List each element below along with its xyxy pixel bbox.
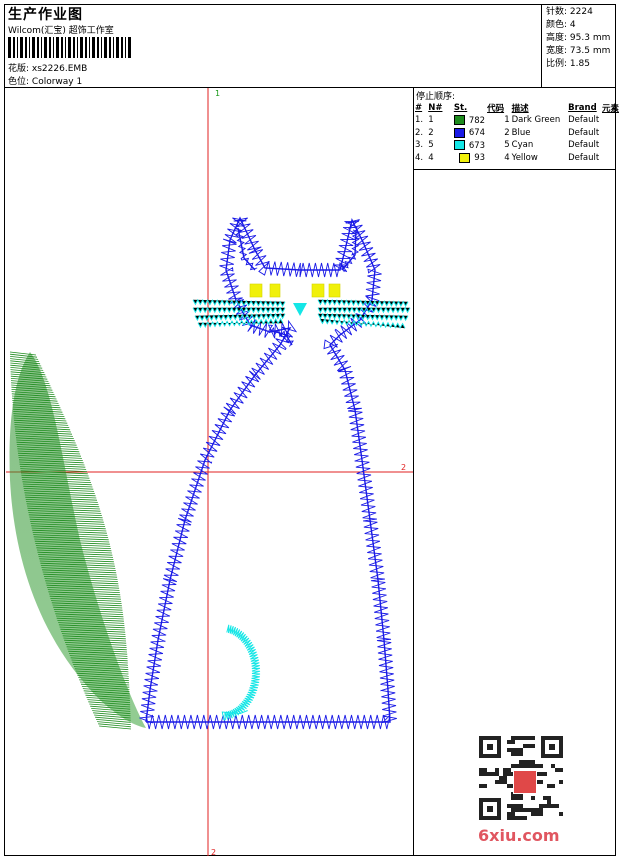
inner-tail-curl <box>221 624 261 721</box>
center-guides <box>6 88 413 856</box>
top-guide-mark: 1 <box>215 89 220 98</box>
design-canvas: 1 2 2 <box>6 88 413 857</box>
watermark-text: 6xiu.com <box>478 826 560 845</box>
tail-fill <box>9 351 147 730</box>
cat-body-outline <box>139 216 397 730</box>
nose <box>293 303 307 316</box>
qr-logo-stamp <box>513 770 537 794</box>
bottom-guide-mark: 2 <box>211 848 216 857</box>
right-guide-mark: 2 <box>401 463 406 472</box>
eyes <box>249 283 341 298</box>
